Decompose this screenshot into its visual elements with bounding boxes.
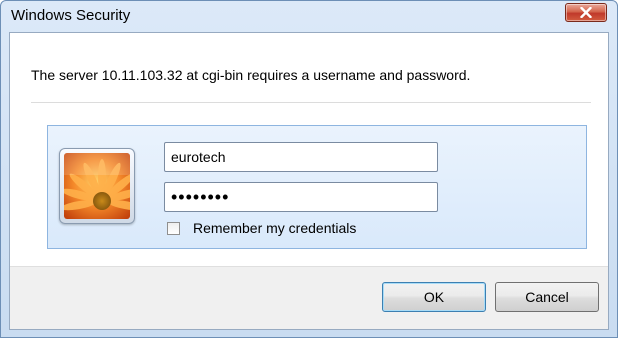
close-button[interactable] bbox=[565, 3, 607, 22]
ok-button[interactable]: OK bbox=[382, 282, 486, 312]
credential-tile: eurotech •••••••• Remember my credential… bbox=[47, 125, 587, 249]
dialog-content: The server 10.11.103.32 at cgi-bin requi… bbox=[9, 32, 609, 330]
auth-message: The server 10.11.103.32 at cgi-bin requi… bbox=[31, 67, 471, 83]
password-field[interactable]: •••••••• bbox=[164, 182, 438, 212]
avatar bbox=[59, 148, 135, 224]
close-icon bbox=[580, 7, 592, 18]
user-tile-flower-icon bbox=[64, 153, 130, 219]
cancel-button[interactable]: Cancel bbox=[495, 282, 599, 312]
window-title: Windows Security bbox=[11, 7, 131, 24]
remember-credentials-label[interactable]: Remember my credentials bbox=[193, 220, 356, 236]
remember-credentials-checkbox[interactable] bbox=[167, 222, 180, 235]
separator bbox=[31, 102, 591, 103]
title-bar[interactable]: Windows Security bbox=[1, 1, 617, 31]
windows-security-dialog: Windows Security The server 10.11.103.32… bbox=[0, 0, 618, 338]
username-field[interactable]: eurotech bbox=[164, 142, 438, 172]
button-bar: OK Cancel bbox=[10, 266, 608, 329]
